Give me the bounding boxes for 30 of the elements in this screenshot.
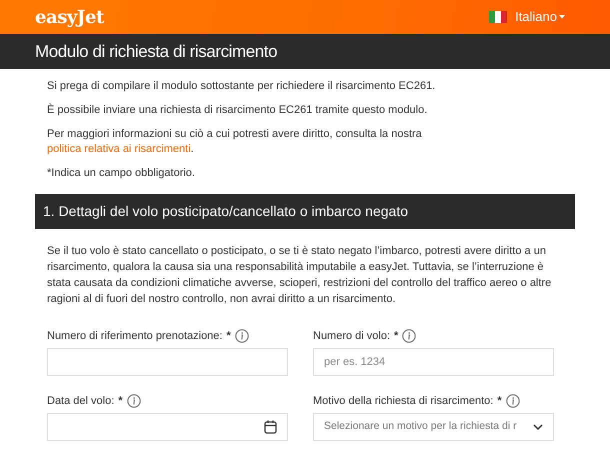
section-title: 1. Dettagli del volo posticipato/cancellato o imbarco negato (43, 202, 408, 221)
info-icon[interactable] (506, 394, 520, 408)
calendar-icon (264, 420, 277, 434)
input-field[interactable] (47, 348, 288, 376)
required-marker: * (394, 328, 398, 344)
field-label: Numero di riferimento prenotazione: (47, 328, 222, 344)
required-note: *Indica un campo obbligatorio. (47, 166, 196, 181)
caret-icon (559, 15, 565, 19)
info-icon[interactable] (126, 394, 141, 408)
chevron-down-icon (533, 424, 543, 430)
flag-icon (489, 11, 508, 23)
reason-select[interactable]: Selezionare un motivo per la richiesta di r (313, 413, 554, 441)
required-marker: * (226, 328, 231, 344)
language-selector[interactable]: Italiano (489, 7, 565, 27)
field-label: Data del volo: (47, 394, 114, 409)
input-field[interactable]: per es. 1234 (313, 348, 554, 376)
field-label: Numero di volo: (313, 328, 390, 344)
page-title: Modulo di richiesta di risarcimento (35, 40, 278, 63)
info-text: Per maggiori informazioni su ciò a cui potresti avere diritto, consulta la nostra politica relativa ai risarcimenti. (47, 127, 423, 157)
required-marker: * (118, 394, 123, 409)
intro-text: Si prega di compilare il modulo sottostante per richiedere il risarcimento EC261. (47, 79, 436, 94)
info-icon[interactable] (234, 329, 249, 343)
info-icon[interactable] (402, 329, 416, 343)
compensation-policy-link[interactable]: politica relativa ai risarcimenti (47, 143, 191, 155)
field-label: Motivo della richiesta di risarcimento: (313, 394, 494, 409)
date-field[interactable] (47, 413, 288, 441)
logo[interactable]: easyJet (35, 4, 104, 30)
section-description: Se il tuo volo è stato cancellato o posticipato, o se ti è stato negato l’imbarco, potresti avere diritto a un risarcimento, qualora la causa sia una responsabilità imputabile a easyJet. Tuttavia, se l’interruzione è stata causata da condizioni climatiche avverse, scioperi, restrizioni del controllo del traffico aereo o altre ragioni al di fuori del nostro controllo, non avrai diritto a un risarcimento. (47, 244, 552, 307)
required-marker: * (497, 394, 502, 409)
intro-text: È possibile inviare una richiesta di risarcimento EC261 tramite questo modulo. (47, 103, 428, 118)
